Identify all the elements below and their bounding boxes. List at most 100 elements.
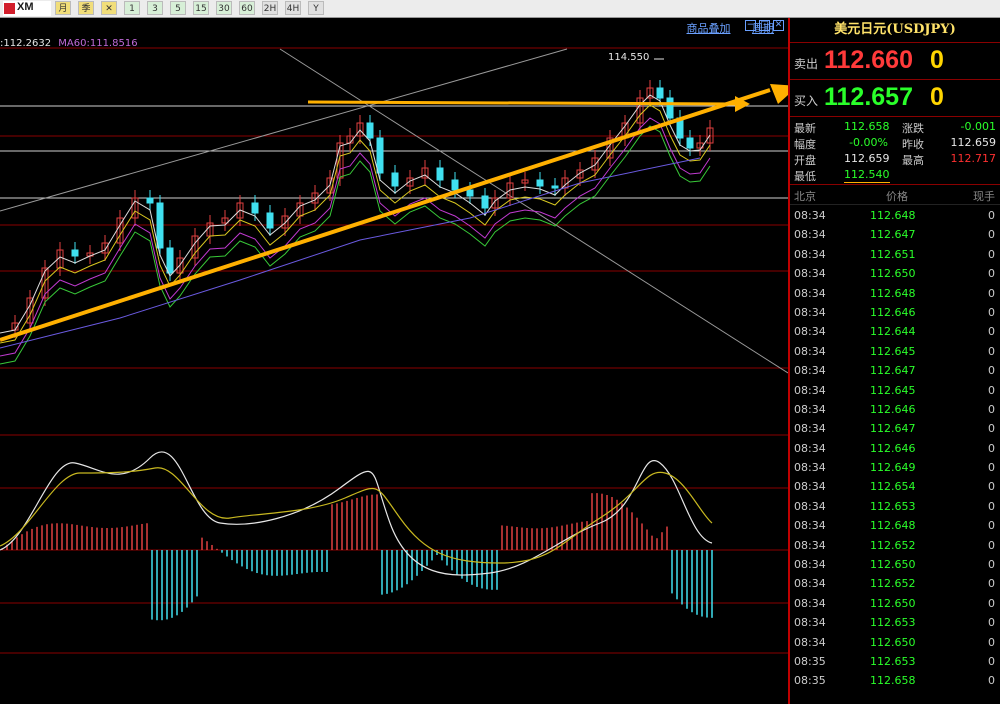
tick-volume: 0 <box>988 364 995 378</box>
tick-row[interactable]: 08:34 112.648 0 <box>790 283 1000 302</box>
buy-price: 112.657 <box>824 83 913 111</box>
stat-value: -0.00% <box>849 136 888 149</box>
candle-body <box>146 197 154 204</box>
buy-label: 买入 <box>794 94 819 108</box>
tick-volume: 0 <box>988 267 995 281</box>
period-60-button[interactable]: 60 <box>239 1 255 15</box>
macd-dif-line <box>0 451 713 576</box>
tick-list[interactable]: 08:34 112.648 0 08:34 112.647 0 08:34 112.651 0 0… <box>790 205 1000 690</box>
tick-time: 08:34 <box>794 364 826 378</box>
tick-volume: 0 <box>988 344 995 358</box>
tick-volume: 0 <box>988 616 995 630</box>
close-icon[interactable]: ✕ <box>773 20 784 31</box>
tick-time: 08:35 <box>794 674 826 688</box>
tick-row[interactable]: 08:35 112.658 0 <box>790 670 1000 689</box>
buy-quote-row[interactable]: 买入 112.657 0 <box>790 80 1000 117</box>
tick-row[interactable]: 08:34 112.647 0 <box>790 360 1000 379</box>
period-30-button[interactable]: 30 <box>216 1 232 15</box>
stat-value: 112.717 <box>950 152 997 165</box>
month-button[interactable]: 月 <box>55 1 71 15</box>
tick-header-price: 价格 <box>886 190 908 203</box>
tick-row[interactable]: 08:34 112.649 0 <box>790 457 1000 476</box>
tick-row[interactable]: 08:34 112.648 0 <box>790 515 1000 534</box>
tick-price: 112.647 <box>870 422 916 436</box>
tick-row[interactable]: 08:34 112.652 0 <box>790 535 1000 554</box>
tick-row[interactable]: 08:34 112.653 0 <box>790 496 1000 515</box>
tick-volume: 0 <box>988 305 995 319</box>
tick-price: 112.651 <box>870 247 916 261</box>
tick-time: 08:34 <box>794 209 826 222</box>
quote-panel: 美元日元(USDJPY) 卖出 112.660 0 买入 112.657 0 最… <box>788 18 1000 704</box>
year-button[interactable]: Y <box>308 1 324 15</box>
tick-time: 08:34 <box>794 305 826 319</box>
tick-volume: 0 <box>988 577 995 591</box>
period-4h-button[interactable]: 4H <box>285 1 301 15</box>
overlay-product-link[interactable]: 商品叠加 <box>687 22 731 35</box>
tick-row[interactable]: 08:34 112.645 0 <box>790 380 1000 399</box>
tick-time: 08:34 <box>794 402 826 416</box>
period-5-button[interactable]: 5 <box>170 1 186 15</box>
tick-row[interactable]: 08:34 112.651 0 <box>790 244 1000 263</box>
tick-row[interactable]: 08:34 112.654 0 <box>790 476 1000 495</box>
tick-row[interactable]: 08:34 112.648 0 <box>790 205 1000 224</box>
maximize-icon[interactable]: □ <box>759 20 770 31</box>
tick-row[interactable]: 08:34 112.646 0 <box>790 399 1000 418</box>
candle-body <box>551 185 559 189</box>
tick-row[interactable]: 08:34 112.644 0 <box>790 321 1000 340</box>
quote-stats: 最新 112.658 涨跌 -0.001 幅度 -0.00% 昨收 112.659 开盘 112.… <box>790 117 1000 185</box>
stat-row: 幅度 -0.00% 昨收 112.659 <box>790 135 1000 151</box>
tick-volume: 0 <box>988 228 995 242</box>
tick-price: 112.654 <box>870 480 916 494</box>
candle-body <box>391 172 399 187</box>
tick-volume: 0 <box>988 461 995 475</box>
buy-volume: 0 <box>930 83 944 111</box>
tick-row[interactable]: 08:34 112.650 0 <box>790 593 1000 612</box>
tick-time: 08:34 <box>794 383 826 397</box>
period-1-button[interactable]: 1 <box>124 1 140 15</box>
minimize-icon[interactable]: − <box>745 20 756 31</box>
tick-row[interactable]: 08:34 112.653 0 <box>790 612 1000 631</box>
xm-logo: XM <box>3 1 51 16</box>
tick-row[interactable]: 08:34 112.647 0 <box>790 418 1000 437</box>
tick-row[interactable]: 08:34 112.646 0 <box>790 438 1000 457</box>
ma-line-white <box>0 94 711 334</box>
period-15-button[interactable]: 15 <box>193 1 209 15</box>
period-3-button[interactable]: 3 <box>147 1 163 15</box>
tick-row[interactable]: 08:34 112.650 0 <box>790 554 1000 573</box>
tick-price: 112.658 <box>870 674 916 688</box>
tick-volume: 0 <box>988 422 995 436</box>
ma-legend-value: :112.2632 <box>0 38 52 49</box>
quarter-button[interactable]: 季 <box>78 1 94 15</box>
tick-volume: 0 <box>988 480 995 494</box>
tick-row[interactable]: 08:34 112.646 0 <box>790 302 1000 321</box>
low-underline <box>844 182 890 183</box>
tick-price: 112.650 <box>870 558 916 572</box>
chart-panel[interactable]: :112.2632 MA60:111.8516 商品叠加 周期 − □ ✕ 11… <box>0 18 788 704</box>
tick-row[interactable]: 08:34 112.647 0 <box>790 224 1000 243</box>
tick-header-volume: 现手 <box>973 190 995 203</box>
tick-row[interactable]: 08:35 112.653 0 <box>790 651 1000 670</box>
tick-row[interactable]: 08:34 112.652 0 <box>790 573 1000 592</box>
period-2h-button[interactable]: 2H <box>262 1 278 15</box>
sell-quote-row[interactable]: 卖出 112.660 0 <box>790 43 1000 80</box>
tick-price: 112.645 <box>870 344 916 358</box>
tick-time: 08:34 <box>794 267 826 281</box>
stat-label: 最新 <box>794 122 816 135</box>
tick-time: 08:34 <box>794 596 826 610</box>
tick-row[interactable]: 08:34 112.645 0 <box>790 341 1000 360</box>
tick-time: 08:34 <box>794 422 826 436</box>
tick-row[interactable]: 08:34 112.650 0 <box>790 632 1000 651</box>
tick-price: 112.650 <box>870 267 916 281</box>
tick-row[interactable]: 08:34 112.650 0 <box>790 263 1000 282</box>
tick-time: 08:34 <box>794 325 826 339</box>
tick-price: 112.646 <box>870 441 916 455</box>
tick-time: 08:34 <box>794 480 826 494</box>
tick-volume: 0 <box>988 558 995 572</box>
candlestick-chart[interactable] <box>0 18 788 704</box>
tick-time: 08:34 <box>794 519 826 533</box>
tick-volume: 0 <box>988 383 995 397</box>
toolbar: XM 月季 ✕ 1 3 5 15 30 60 2H 4H Y <box>0 0 1000 18</box>
tick-time: 08:34 <box>794 247 826 261</box>
stat-value: 112.658 <box>844 120 890 133</box>
close-chart-button[interactable]: ✕ <box>101 1 117 15</box>
